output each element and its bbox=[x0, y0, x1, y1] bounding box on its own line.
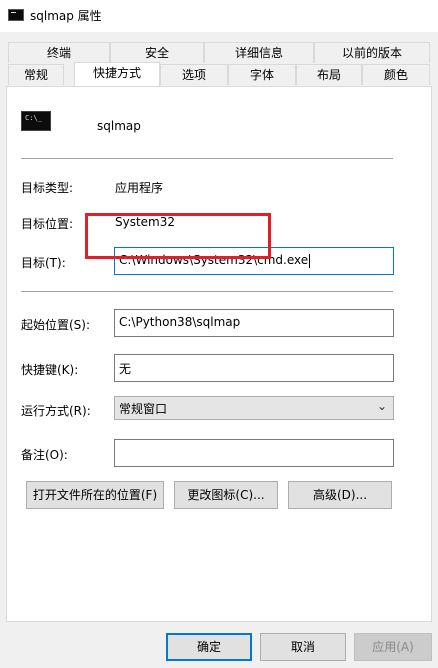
target-location-value: System32 bbox=[115, 215, 176, 229]
run-select[interactable]: 常规窗口 ⌄ bbox=[114, 396, 394, 420]
target-type-label: 目标类型: bbox=[21, 181, 74, 195]
tab-security[interactable]: 安全 bbox=[110, 42, 204, 63]
apply-button[interactable]: 应用(A) bbox=[354, 633, 432, 661]
tab-terminal[interactable]: 终端 bbox=[8, 42, 110, 63]
tab-details[interactable]: 详细信息 bbox=[204, 42, 314, 63]
console-glyph: C:\_ bbox=[25, 114, 42, 122]
target-label: 目标(T): bbox=[21, 256, 66, 270]
comment-label: 备注(O): bbox=[21, 448, 68, 462]
target-value: C:\Windows\System32\cmd.exe bbox=[119, 253, 309, 267]
console-icon bbox=[8, 9, 24, 21]
hotkey-field[interactable]: 无 bbox=[114, 354, 394, 382]
divider bbox=[21, 158, 393, 159]
start-in-field[interactable]: C:\Python38\sqlmap bbox=[114, 309, 394, 337]
shortcut-name: sqlmap bbox=[97, 119, 141, 133]
target-field[interactable]: C:\Windows\System32\cmd.exe bbox=[114, 247, 394, 275]
hotkey-value: 无 bbox=[119, 362, 132, 376]
tab-shortcut[interactable]: 快捷方式 bbox=[74, 62, 160, 86]
run-label: 运行方式(R): bbox=[21, 404, 91, 418]
tab-previous-versions[interactable]: 以前的版本 bbox=[314, 42, 430, 63]
start-in-value: C:\Python38\sqlmap bbox=[119, 315, 241, 329]
comment-field[interactable] bbox=[114, 439, 394, 467]
target-type-value: 应用程序 bbox=[115, 181, 164, 195]
ok-button[interactable]: 确定 bbox=[166, 633, 252, 661]
change-icon-button[interactable]: 更改图标(C)... bbox=[174, 481, 278, 509]
tab-colors[interactable]: 颜色 bbox=[362, 64, 430, 85]
text-caret bbox=[309, 253, 311, 268]
tab-font[interactable]: 字体 bbox=[228, 64, 296, 85]
tab-strip: 终端 安全 详细信息 以前的版本 常规 快捷方式 选项 字体 布局 颜色 bbox=[8, 42, 430, 88]
target-location-label: 目标位置: bbox=[21, 217, 74, 231]
start-in-label: 起始位置(S): bbox=[21, 318, 91, 332]
hotkey-label: 快捷键(K): bbox=[21, 363, 79, 377]
tab-options[interactable]: 选项 bbox=[160, 64, 228, 85]
chevron-down-icon: ⌄ bbox=[376, 399, 387, 413]
console-icon: C:\_ bbox=[21, 111, 51, 131]
cancel-button[interactable]: 取消 bbox=[260, 633, 346, 661]
divider bbox=[21, 291, 393, 292]
window-title: sqlmap 属性 bbox=[30, 9, 102, 23]
title-bar[interactable]: sqlmap 属性 bbox=[0, 0, 438, 32]
tab-layout[interactable]: 布局 bbox=[296, 64, 362, 85]
advanced-button[interactable]: 高级(D)... bbox=[288, 481, 392, 509]
run-value: 常规窗口 bbox=[119, 402, 168, 416]
tab-general[interactable]: 常规 bbox=[8, 64, 64, 85]
shortcut-panel: C:\_ sqlmap 目标类型: 应用程序 目标位置: System32 目标… bbox=[6, 86, 432, 622]
open-file-location-button[interactable]: 打开文件所在的位置(F) bbox=[26, 481, 164, 509]
